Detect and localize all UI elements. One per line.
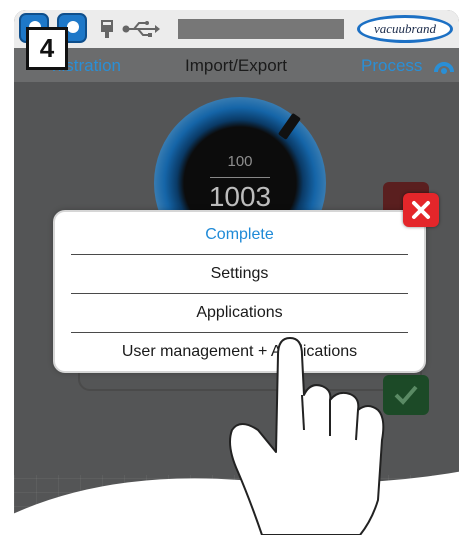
option-settings[interactable]: Settings <box>71 254 408 293</box>
option-applications[interactable]: Applications <box>71 293 408 332</box>
tab-process[interactable]: Process <box>361 56 422 76</box>
lock-icon <box>67 21 79 33</box>
close-button[interactable] <box>403 193 439 227</box>
lan-icon <box>101 20 113 38</box>
check-icon <box>394 385 418 405</box>
gauge-value: 1003 <box>208 181 272 212</box>
gauge-divider <box>210 177 270 178</box>
step-number-label: 4 <box>26 27 68 70</box>
gauge-needle <box>277 112 302 140</box>
page-indicator <box>232 514 246 528</box>
usb-icon <box>122 21 160 37</box>
option-complete[interactable]: Complete <box>71 215 408 254</box>
close-icon <box>412 201 430 219</box>
top-bar: vacuubrand <box>14 10 459 48</box>
confirm-button[interactable] <box>383 375 429 415</box>
status-field <box>178 19 344 39</box>
tab-import-export[interactable]: Import/Export <box>185 56 287 76</box>
tab-row: nistration Import/Export Process <box>14 48 459 82</box>
process-icon <box>434 62 454 74</box>
export-options-popup: Complete Settings Applications User mana… <box>53 210 426 373</box>
option-user-management-applications[interactable]: User management + Applications <box>71 332 408 371</box>
gauge-setpoint: 100 <box>227 153 253 170</box>
brand-logo: vacuubrand <box>357 15 453 43</box>
brand-text: vacuubrand <box>373 21 437 36</box>
